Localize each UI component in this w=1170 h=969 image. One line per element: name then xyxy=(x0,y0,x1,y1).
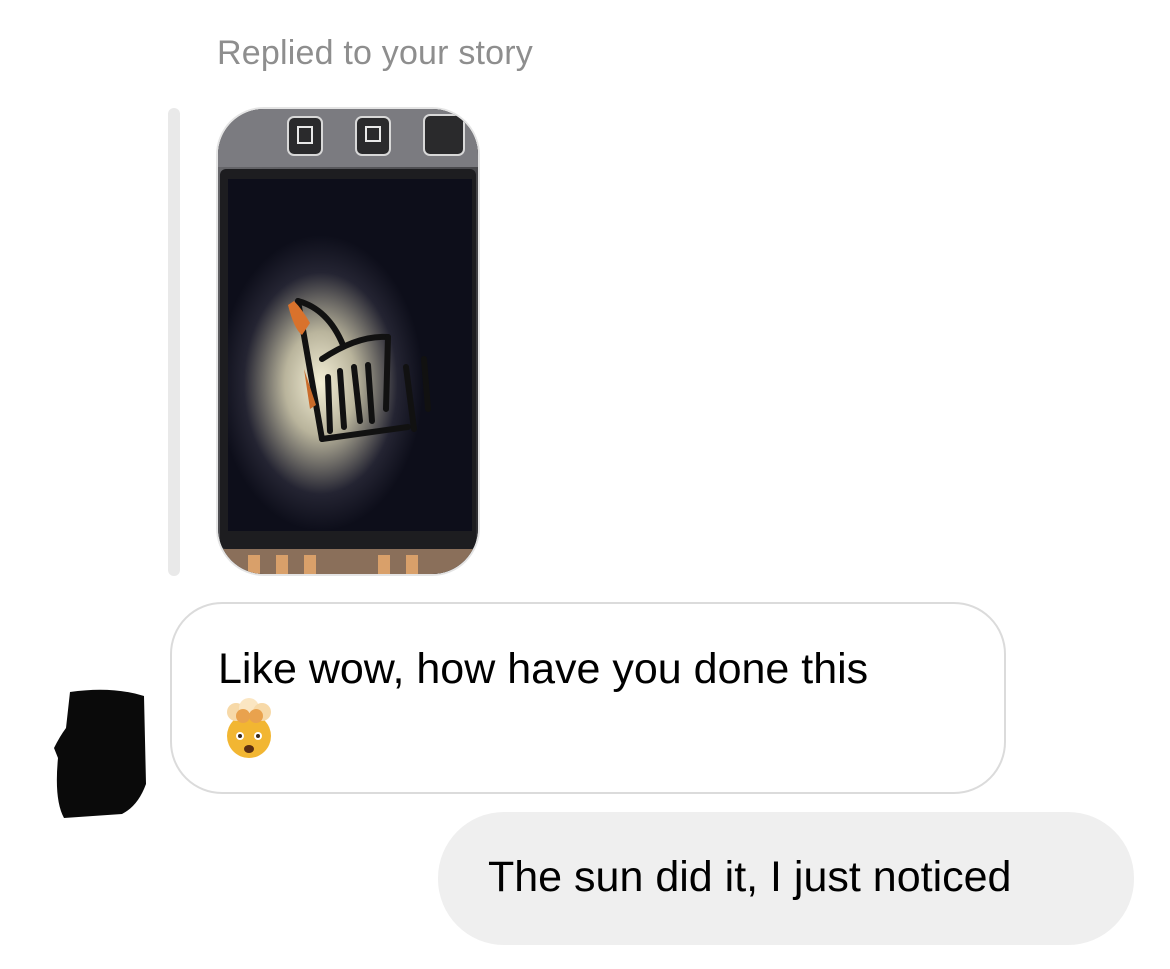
story-reply-label: Replied to your story xyxy=(217,34,534,72)
incoming-message-bubble[interactable]: Like wow, how have you done this xyxy=(170,602,1006,794)
outgoing-message-bubble[interactable]: The sun did it, I just noticed xyxy=(438,812,1134,945)
story-thumbnail[interactable] xyxy=(216,107,480,576)
chat-thread: Replied to your story Like wow, how have… xyxy=(0,0,1170,969)
exploding-head-emoji-icon xyxy=(227,698,271,758)
outgoing-message-text: The sun did it, I just noticed xyxy=(488,853,1012,901)
incoming-message-text: Like wow, how have you done this xyxy=(218,645,869,693)
avatar-redacted-icon xyxy=(54,689,146,818)
story-quote-bar xyxy=(168,108,180,576)
sender-avatar[interactable] xyxy=(52,688,148,820)
story-photo-icon xyxy=(218,109,478,574)
